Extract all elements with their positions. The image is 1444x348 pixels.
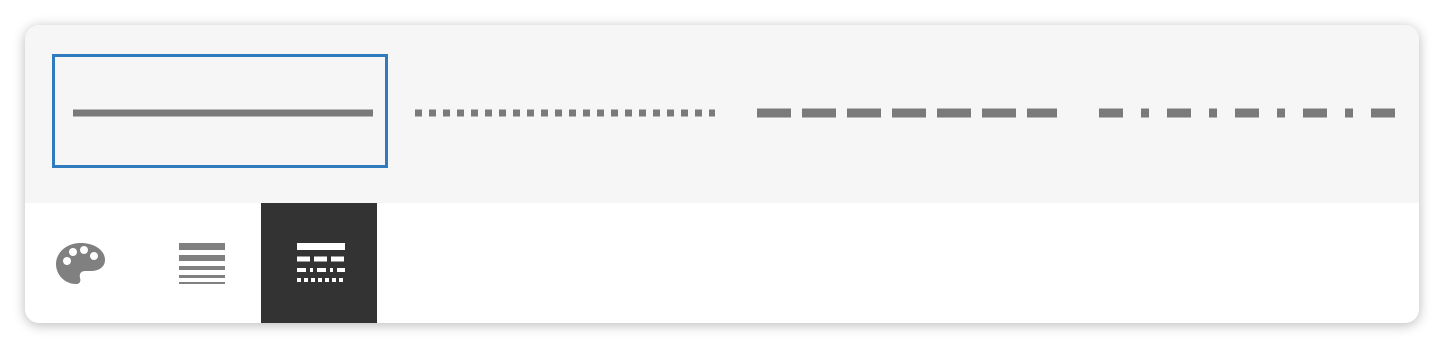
- solid-line-icon: [73, 109, 373, 117]
- line-weight-icon: [179, 243, 225, 284]
- line-weight-button[interactable]: [143, 203, 259, 323]
- line-style-options: [25, 25, 1419, 203]
- format-toolbar: [25, 203, 1419, 323]
- palette-icon: [56, 243, 105, 284]
- color-palette-button[interactable]: [25, 203, 141, 323]
- line-style-button[interactable]: [261, 203, 377, 323]
- dotted-line-icon: [415, 109, 715, 117]
- dashed-line-icon: [757, 108, 1057, 118]
- line-style-dotted-option[interactable]: [394, 54, 730, 168]
- line-style-dashed-option[interactable]: [736, 54, 1072, 168]
- line-style-popover: [25, 25, 1419, 323]
- line-style-icon: [297, 243, 345, 282]
- line-style-solid-option[interactable]: [52, 54, 388, 168]
- dash-dot-line-icon: [1099, 108, 1399, 118]
- line-style-dash-dot-option[interactable]: [1078, 54, 1414, 168]
